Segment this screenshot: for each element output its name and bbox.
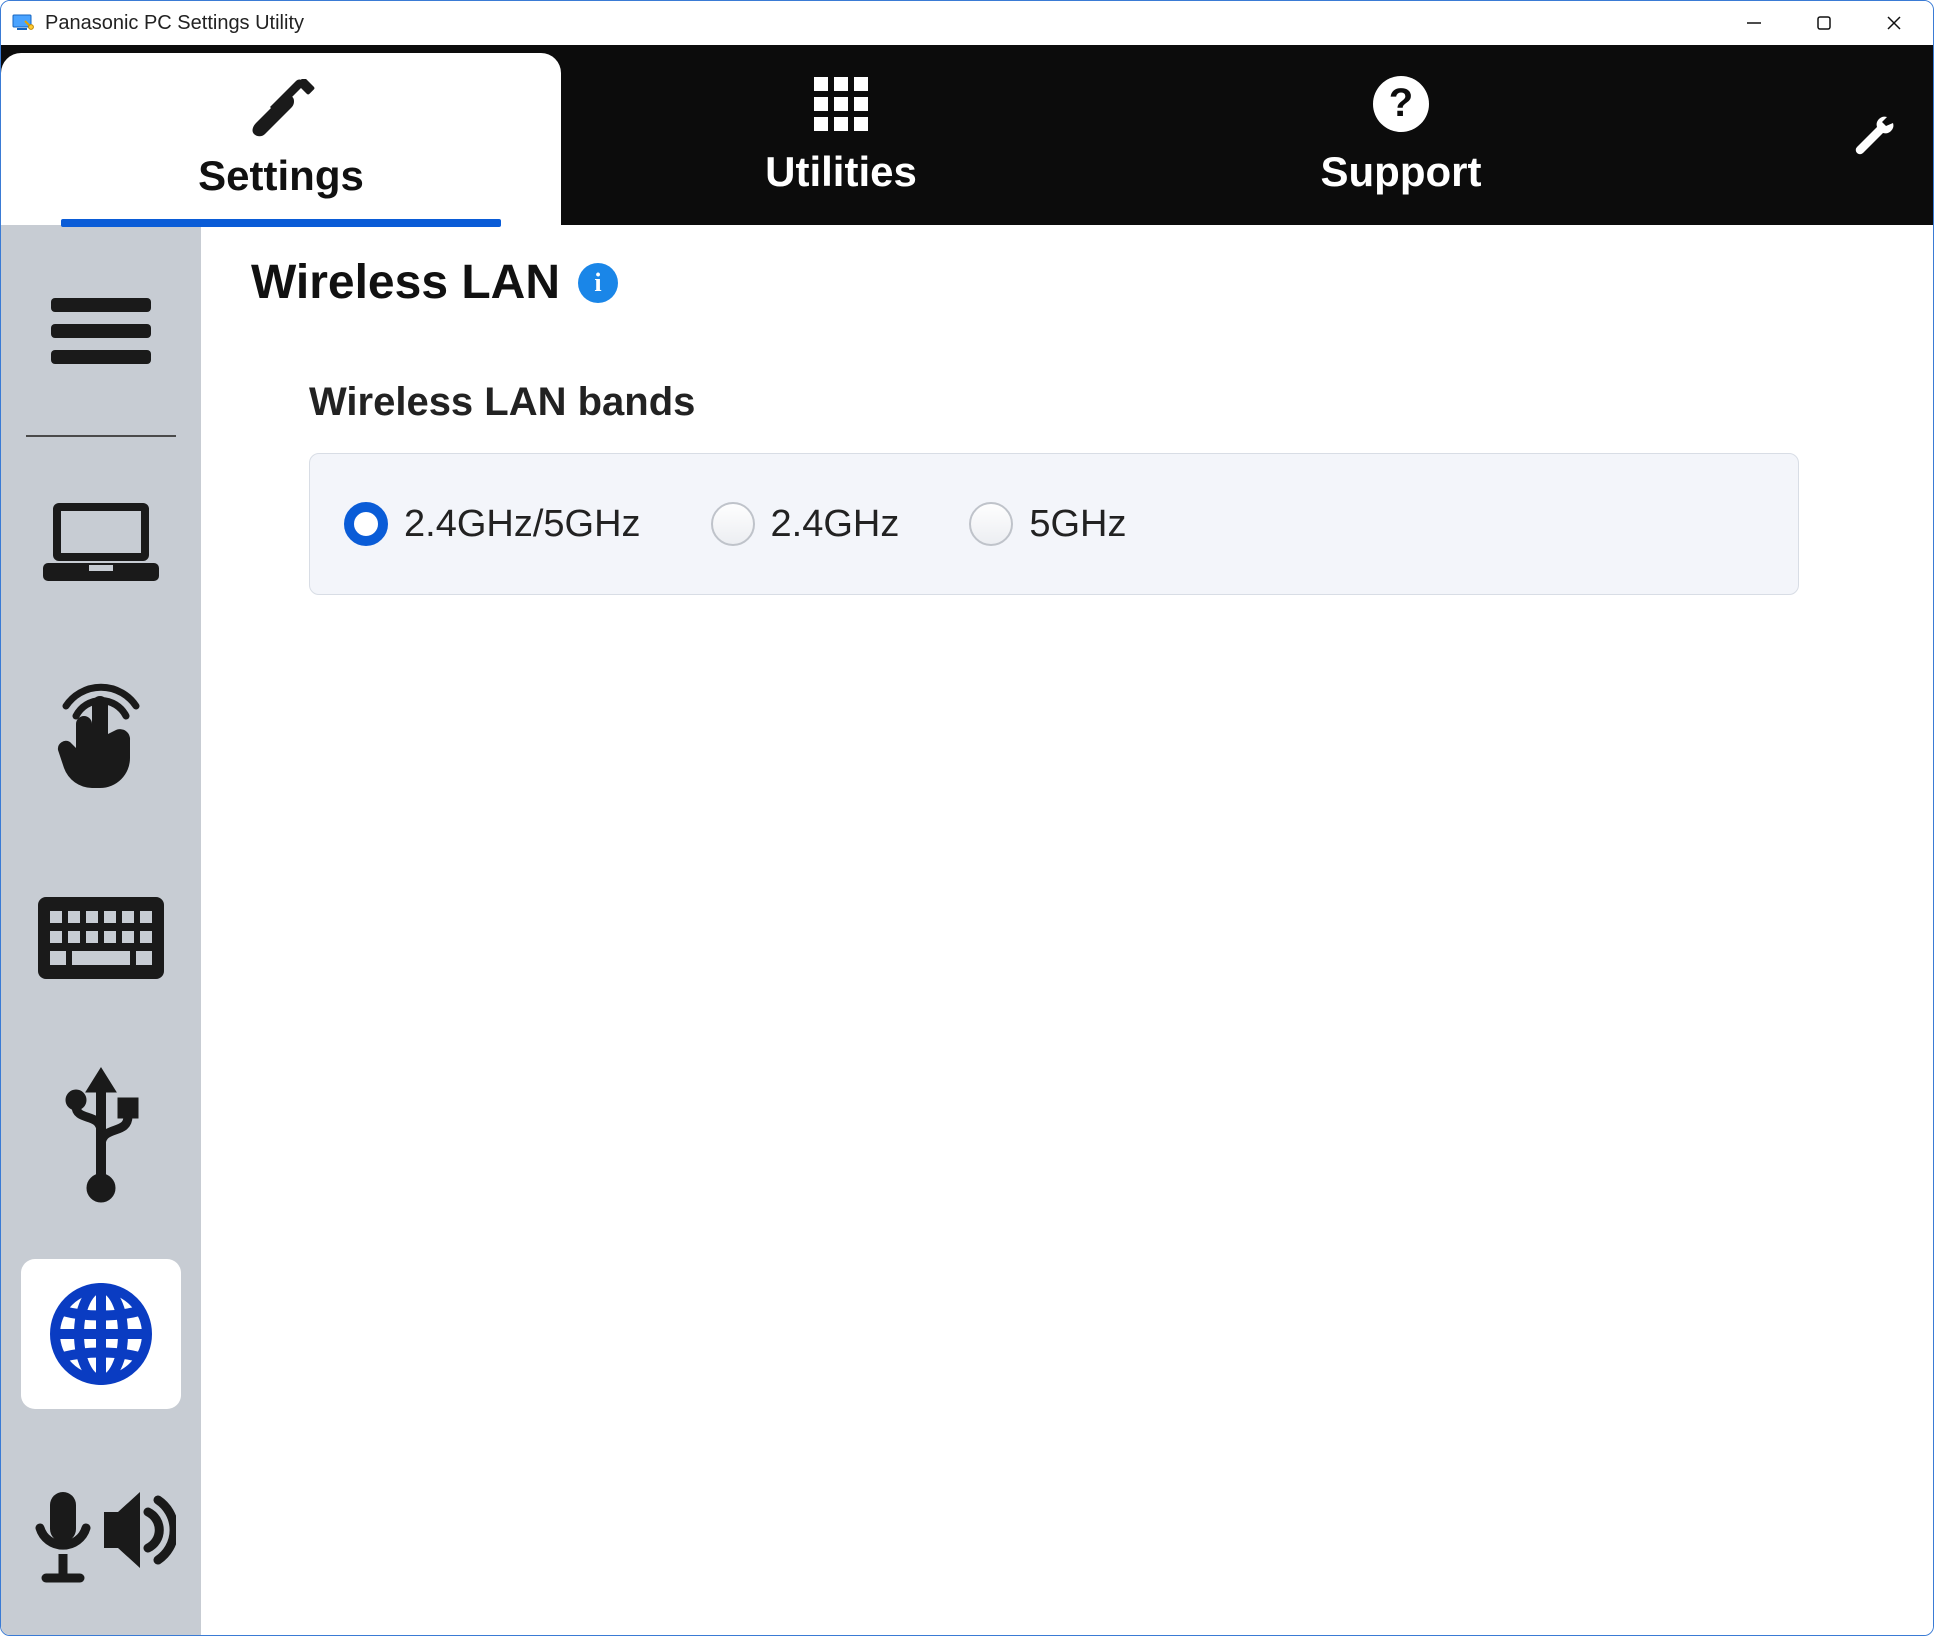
grid-icon bbox=[810, 74, 872, 134]
info-icon: i bbox=[594, 268, 601, 298]
radio-indicator bbox=[344, 502, 388, 546]
touch-icon bbox=[46, 680, 156, 800]
tab-support[interactable]: ? Support bbox=[1121, 45, 1681, 225]
radio-label: 5GHz bbox=[1029, 503, 1126, 546]
close-button[interactable] bbox=[1859, 1, 1929, 45]
radio-label: 2.4GHz bbox=[771, 503, 900, 546]
section-wireless-bands: Wireless LAN bands 2.4GHz/5GHz 2.4GHz 5G… bbox=[251, 380, 1883, 595]
top-tabs: Settings bbox=[1, 45, 1933, 225]
window-controls bbox=[1719, 1, 1929, 45]
page-title: Wireless LAN bbox=[251, 255, 560, 310]
radio-option-both[interactable]: 2.4GHz/5GHz bbox=[344, 502, 641, 546]
question-icon: ? bbox=[1370, 74, 1432, 134]
tools-button[interactable] bbox=[1851, 111, 1899, 159]
page-title-row: Wireless LAN i bbox=[251, 255, 1883, 310]
radio-option-24ghz[interactable]: 2.4GHz bbox=[711, 502, 900, 546]
usb-icon bbox=[56, 1066, 146, 1206]
sidebar-item-network[interactable] bbox=[21, 1259, 181, 1409]
keyboard-icon bbox=[36, 895, 166, 981]
sidebar-item-audio[interactable] bbox=[21, 1457, 181, 1607]
hamburger-icon bbox=[46, 290, 156, 370]
globe-icon bbox=[46, 1279, 156, 1389]
radio-indicator bbox=[711, 502, 755, 546]
maximize-button[interactable] bbox=[1789, 1, 1859, 45]
info-button[interactable]: i bbox=[578, 263, 618, 303]
radio-group-bands: 2.4GHz/5GHz 2.4GHz 5GHz bbox=[309, 453, 1799, 595]
body: Wireless LAN i Wireless LAN bands 2.4GHz… bbox=[1, 225, 1933, 1635]
window-title: Panasonic PC Settings Utility bbox=[45, 12, 1719, 35]
app-window: Panasonic PC Settings Utility bbox=[0, 0, 1934, 1636]
sidebar-item-usb[interactable] bbox=[21, 1061, 181, 1211]
minimize-button[interactable] bbox=[1719, 1, 1789, 45]
svg-text:?: ? bbox=[1389, 81, 1413, 125]
sidebar-item-menu[interactable] bbox=[21, 255, 181, 405]
tools-icon bbox=[242, 78, 320, 138]
sidebar-item-display[interactable] bbox=[21, 467, 181, 617]
mic-speaker-icon bbox=[26, 1472, 176, 1592]
tab-utilities[interactable]: Utilities bbox=[561, 45, 1121, 225]
tab-label: Settings bbox=[198, 152, 364, 200]
tab-settings[interactable]: Settings bbox=[1, 53, 561, 225]
sidebar-item-keyboard[interactable] bbox=[21, 863, 181, 1013]
sidebar bbox=[1, 225, 201, 1635]
laptop-icon bbox=[41, 497, 161, 587]
tab-label: Utilities bbox=[765, 148, 917, 196]
section-title: Wireless LAN bands bbox=[309, 380, 1883, 425]
sidebar-separator bbox=[26, 435, 176, 437]
top-tools bbox=[1851, 45, 1933, 225]
radio-option-5ghz[interactable]: 5GHz bbox=[969, 502, 1126, 546]
app-icon bbox=[11, 11, 35, 35]
tab-label: Support bbox=[1321, 148, 1482, 196]
radio-label: 2.4GHz/5GHz bbox=[404, 503, 641, 546]
active-tab-underline bbox=[61, 219, 501, 227]
titlebar: Panasonic PC Settings Utility bbox=[1, 1, 1933, 45]
main-content: Wireless LAN i Wireless LAN bands 2.4GHz… bbox=[201, 225, 1933, 1635]
sidebar-item-touch[interactable] bbox=[21, 665, 181, 815]
radio-indicator bbox=[969, 502, 1013, 546]
